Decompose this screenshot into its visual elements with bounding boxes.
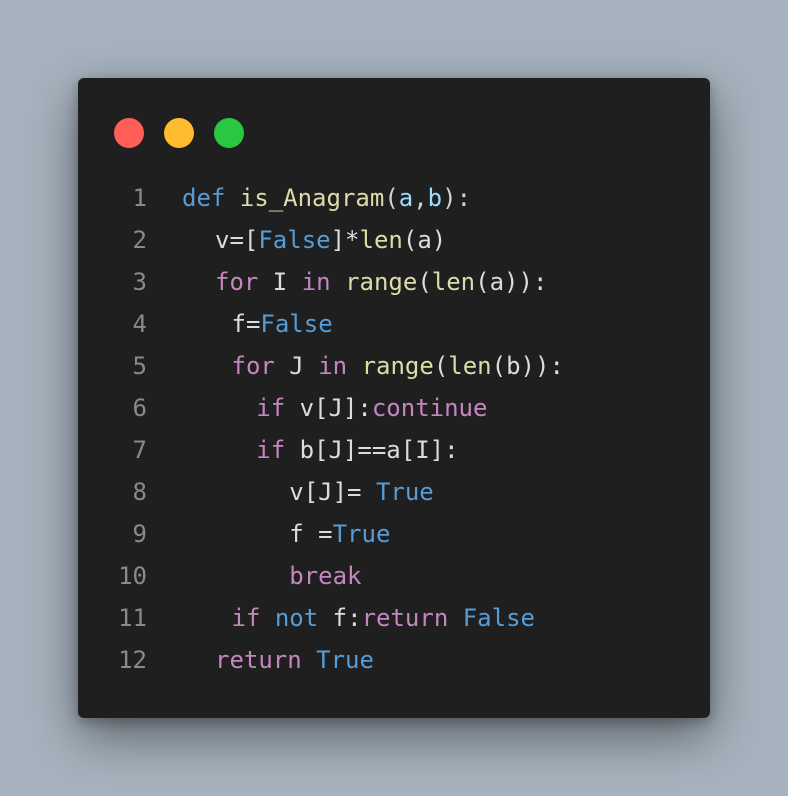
code-text[interactable]: for I in range(len(a)): (215, 261, 547, 303)
code-token: , (413, 184, 428, 212)
code-text[interactable]: break (289, 555, 361, 597)
code-token: v=[ (215, 226, 259, 254)
code-text[interactable]: if not f:return False (232, 597, 535, 639)
code-token: False (258, 226, 331, 254)
code-token: if (231, 604, 261, 632)
code-token: for (215, 268, 259, 296)
code-line: 1 def is_Anagram(a,b): (78, 177, 710, 219)
code-text[interactable]: v[J]= True (289, 471, 434, 513)
code-text[interactable]: if b[J]==a[I]: (256, 429, 458, 471)
code-token: not (274, 604, 319, 632)
code-token: (b)): (491, 352, 564, 380)
code-token: f= (231, 310, 261, 338)
code-token: b[J]==a[I]: (285, 436, 459, 464)
code-token: a (398, 184, 414, 212)
code-line: 7 if b[J]==a[I]: (78, 429, 710, 471)
code-token: I (258, 268, 302, 296)
code-token: (a)): (475, 268, 548, 296)
code-block: 1 def is_Anagram(a,b): 2 v=[False]*len(a) 3 f… (78, 177, 710, 681)
line-number: 9 (132, 520, 147, 548)
code-token: True (375, 478, 434, 506)
code-token: return (215, 646, 302, 674)
code-line: 5 for J in range(len(b)): (78, 345, 710, 387)
code-token: f = (289, 520, 333, 548)
code-token: range (345, 268, 418, 296)
code-line: 2 v=[False]*len(a) (78, 219, 710, 261)
code-text[interactable]: def is_Anagram(a,b): (182, 177, 471, 219)
code-token: ]* (330, 226, 360, 254)
code-text[interactable]: f =True (289, 513, 390, 555)
minimize-dot-icon[interactable] (164, 118, 194, 148)
code-token: ( (384, 184, 399, 212)
code-text[interactable]: v=[False]*len(a) (215, 219, 446, 261)
code-token: if (256, 394, 286, 422)
code-line: 11 if not f:return False (78, 597, 710, 639)
line-number: 7 (132, 436, 147, 464)
code-token: J (274, 352, 319, 380)
line-number: 3 (132, 268, 147, 296)
code-token: True (316, 646, 374, 674)
line-number: 2 (132, 226, 147, 254)
line-number: 6 (132, 394, 147, 422)
code-line: 9 f =True (78, 513, 710, 555)
code-token: in (318, 352, 348, 380)
code-token: f: (318, 604, 362, 632)
code-line: 6 if v[J]:continue (78, 387, 710, 429)
code-token: if (256, 436, 286, 464)
code-token: in (301, 268, 331, 296)
code-token: v[J]: (285, 394, 372, 422)
code-token: range (361, 352, 434, 380)
line-number: 12 (118, 646, 147, 674)
code-token: (a) (402, 226, 447, 254)
code-line: 4 f=False (78, 303, 710, 345)
line-number: 10 (118, 562, 147, 590)
maximize-dot-icon[interactable] (214, 118, 244, 148)
code-token: ( (433, 352, 449, 380)
code-text[interactable]: return True (215, 639, 374, 681)
line-number: 8 (132, 478, 147, 506)
code-token: break (289, 562, 362, 590)
code-token: False (260, 310, 333, 338)
code-token: for (231, 352, 275, 380)
code-token: is_Anagram (239, 184, 385, 212)
line-number: 5 (132, 352, 147, 380)
code-token: False (462, 604, 535, 632)
code-line: 8 v[J]= True (78, 471, 710, 513)
code-token: continue (371, 394, 488, 422)
line-number: 1 (132, 184, 147, 212)
code-window: 1 def is_Anagram(a,b): 2 v=[False]*len(a) 3 f… (78, 78, 710, 718)
code-token: len (431, 268, 476, 296)
code-text[interactable]: f=False (232, 303, 333, 345)
code-token: def (182, 184, 226, 212)
code-text[interactable]: if v[J]:continue (256, 387, 487, 429)
code-token: return (361, 604, 449, 632)
code-token: ( (417, 268, 432, 296)
code-token: b (427, 184, 443, 212)
code-token: len (448, 352, 492, 380)
code-line: 3 for I in range(len(a)): (78, 261, 710, 303)
code-line: 10 break (78, 555, 710, 597)
code-token: v[J]= (289, 478, 376, 506)
code-token: len (359, 226, 403, 254)
code-line: 12 return True (78, 639, 710, 681)
close-dot-icon[interactable] (114, 118, 144, 148)
line-number: 4 (132, 310, 147, 338)
code-token: ): (442, 184, 472, 212)
line-number: 11 (118, 604, 147, 632)
code-token: True (332, 520, 391, 548)
code-text[interactable]: for J in range(len(b)): (232, 345, 564, 387)
